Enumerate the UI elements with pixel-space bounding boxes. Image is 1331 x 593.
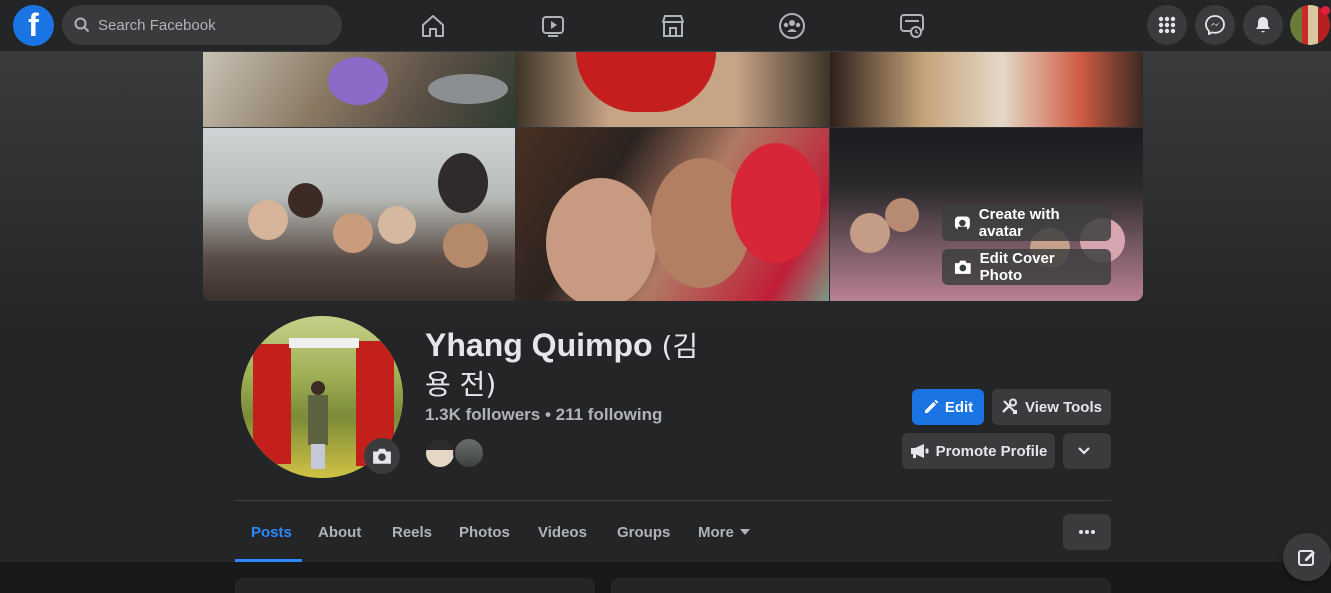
tab-reels[interactable]: Reels xyxy=(392,514,432,550)
more-options-dropdown-button[interactable] xyxy=(1063,433,1111,469)
compose-icon xyxy=(1298,550,1315,566)
search-box[interactable] xyxy=(62,5,342,45)
tab-label: More xyxy=(698,523,734,541)
facebook-logo[interactable]: f xyxy=(13,5,54,46)
tab-label: Reels xyxy=(392,523,433,541)
groups-icon[interactable] xyxy=(772,6,812,46)
pencil-icon xyxy=(924,399,939,413)
notifications-icon[interactable] xyxy=(1243,5,1283,45)
new-message-button[interactable] xyxy=(1283,533,1331,581)
update-profile-picture-button[interactable] xyxy=(364,438,400,474)
ellipsis-icon xyxy=(1079,530,1095,534)
tab-label: Groups xyxy=(617,523,671,541)
tab-label: Videos xyxy=(538,523,587,541)
cover-collage-photo xyxy=(830,52,1143,127)
notification-badge xyxy=(1321,6,1330,15)
profile-name-text: Yhang Quimpo xyxy=(425,327,653,363)
profile-name: Yhang Quimpo (김 용 전) xyxy=(425,327,725,403)
cover-collage-photo xyxy=(516,128,829,301)
messenger-icon[interactable] xyxy=(1195,5,1235,45)
profile-more-options-button[interactable] xyxy=(1063,514,1111,550)
tab-label: Photos xyxy=(459,523,510,541)
megaphone-icon xyxy=(910,444,929,458)
create-with-avatar-label: Create with avatar xyxy=(978,206,1060,240)
avatar-icon xyxy=(954,216,970,230)
view-tools-label: View Tools xyxy=(1025,398,1102,416)
camera-icon xyxy=(954,260,971,274)
view-tools-button[interactable]: View Tools xyxy=(992,389,1111,425)
logo-letter: f xyxy=(28,7,39,43)
promote-profile-label: Promote Profile xyxy=(935,442,1048,460)
friend-avatar[interactable] xyxy=(453,437,485,469)
intro-card xyxy=(235,578,595,593)
cover-collage-photo xyxy=(203,128,515,301)
followers-count[interactable]: 1.3K followers • 211 following xyxy=(425,405,662,425)
edit-cover-photo-button[interactable]: Edit Cover Photo xyxy=(942,249,1111,285)
cover-photo: Create with avatar Edit Cover Photo xyxy=(203,52,1143,301)
create-with-avatar-button[interactable]: Create with avatar xyxy=(942,205,1111,241)
edit-cover-photo-label: Edit Cover Photo xyxy=(979,250,1055,284)
search-icon xyxy=(74,17,90,33)
edit-profile-button[interactable]: Edit xyxy=(912,389,984,425)
tab-videos[interactable]: Videos xyxy=(538,514,587,550)
edit-label: Edit xyxy=(944,398,974,416)
tab-label: About xyxy=(318,523,362,541)
header-divider xyxy=(235,500,1111,501)
chevron-down-icon xyxy=(1078,447,1090,455)
tab-more[interactable]: More xyxy=(698,514,750,550)
friend-avatar[interactable] xyxy=(424,437,456,469)
tab-photos[interactable]: Photos xyxy=(459,514,510,550)
promote-profile-button[interactable]: Promote Profile xyxy=(902,433,1055,469)
tab-label: Posts xyxy=(251,523,292,541)
top-navigation-bar: f xyxy=(0,0,1331,52)
watch-icon[interactable] xyxy=(533,6,573,46)
camera-icon xyxy=(373,448,391,464)
menu-grid-icon[interactable] xyxy=(1147,5,1187,45)
home-icon[interactable] xyxy=(413,6,453,46)
create-post-card[interactable] xyxy=(611,578,1111,593)
cover-collage-photo xyxy=(203,52,515,127)
tools-icon xyxy=(1002,398,1018,414)
marketplace-icon[interactable] xyxy=(653,6,693,46)
tab-groups[interactable]: Groups xyxy=(617,514,670,550)
memories-icon[interactable] xyxy=(892,6,932,46)
active-tab-indicator xyxy=(235,559,302,562)
tab-posts[interactable]: Posts xyxy=(251,514,292,550)
caret-down-icon xyxy=(739,529,750,535)
cover-collage-photo xyxy=(516,52,829,127)
search-input[interactable] xyxy=(98,16,328,34)
tab-about[interactable]: About xyxy=(318,514,361,550)
